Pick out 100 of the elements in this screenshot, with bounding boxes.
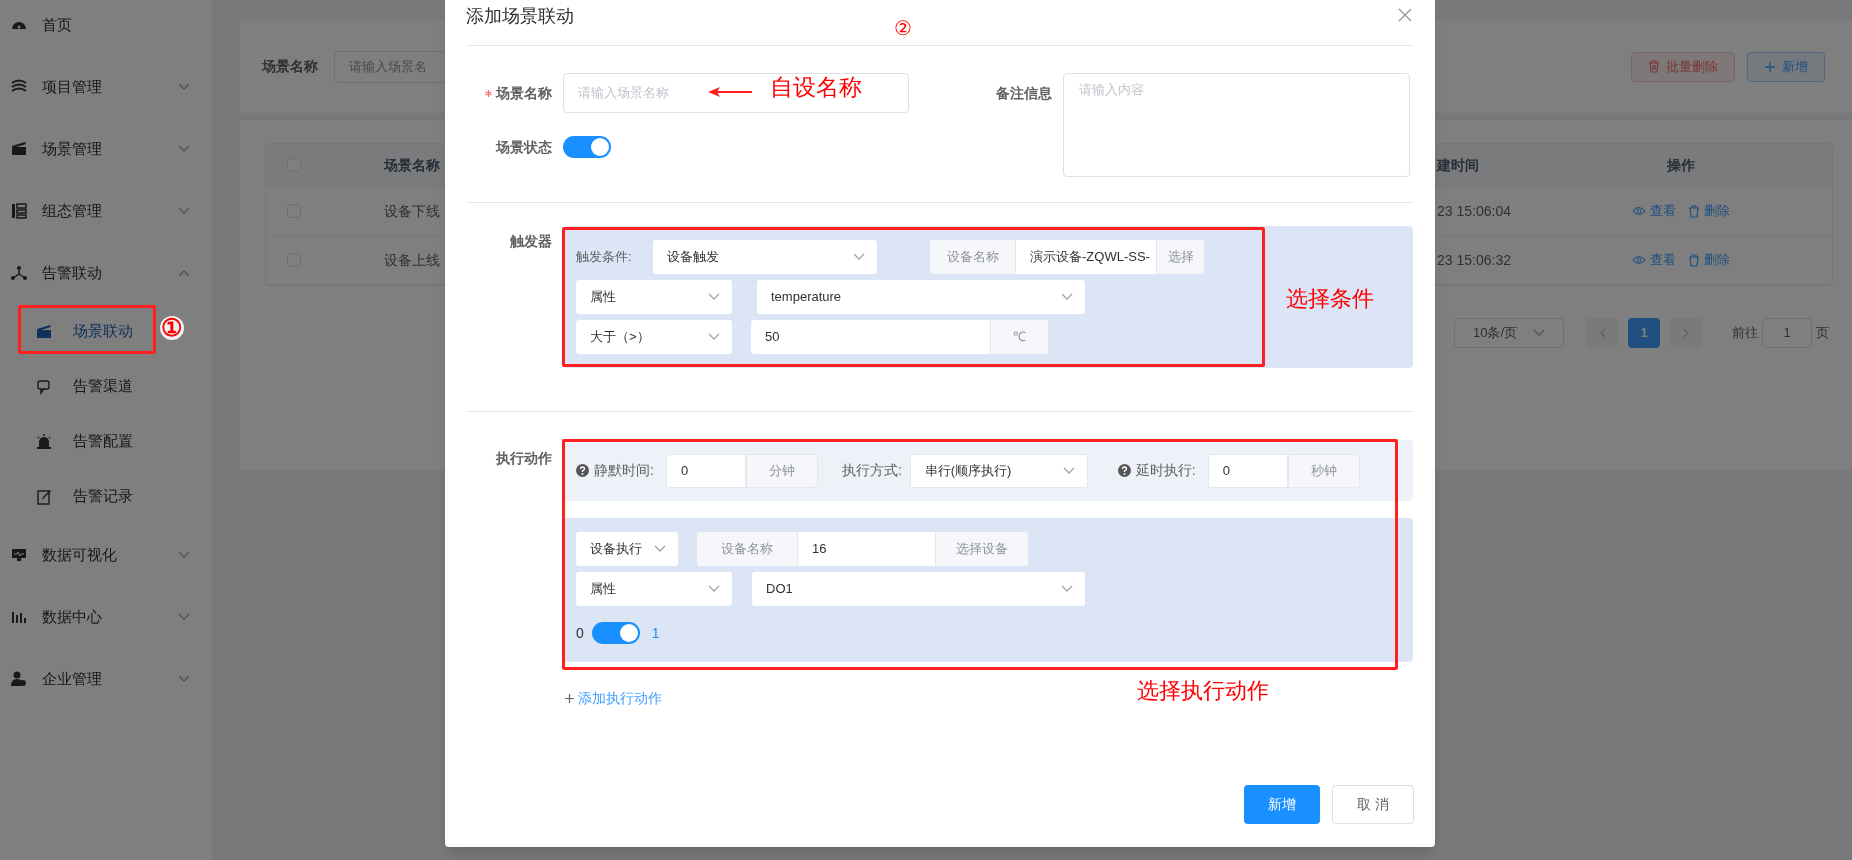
chevron-down-icon [178, 83, 190, 91]
previous-page-button[interactable] [1586, 318, 1618, 348]
dropdown[interactable]: DO1 [752, 572, 1085, 606]
chevron-down-icon [178, 551, 190, 559]
table-cell-text: 设备上线 [384, 250, 440, 270]
menu-item[interactable]: 企业管理 [0, 648, 212, 710]
chevron-down-icon [1533, 329, 1545, 337]
page-size-select[interactable]: 10条/页 [1454, 318, 1564, 348]
dropdown[interactable]: 大于（>） [576, 320, 732, 354]
close-icon [1398, 8, 1412, 22]
table-cell-text: 设备下线 [384, 201, 440, 221]
input-field[interactable]: 0 [665, 453, 746, 488]
table-cell-text: 23 15:06:04 [1437, 201, 1512, 221]
menu-item[interactable]: 数据中心 [0, 586, 212, 648]
dropdown[interactable]: 串行(顺序执行) [909, 453, 1088, 488]
input-field[interactable]: 16 [798, 532, 935, 566]
dropdown[interactable]: 属性 [576, 572, 732, 606]
dropdown[interactable]: temperature [757, 280, 1085, 314]
chevron-down-icon [178, 613, 190, 621]
network-icon [10, 264, 28, 282]
field-label: 执行方式: [841, 461, 902, 480]
trash-icon [1688, 204, 1700, 218]
menu-item[interactable]: 组态管理 [0, 180, 212, 242]
menu-item[interactable]: 场景管理 [0, 118, 212, 180]
add-action-link[interactable]: 添加执行动作 [565, 688, 662, 709]
field-label: 备注信息 [996, 83, 1052, 103]
submenu-item[interactable]: 告警渠道 [0, 359, 139, 414]
user-icon [10, 670, 28, 688]
chevron-down-icon [654, 545, 666, 553]
menu-item[interactable]: 告警联动 [0, 242, 212, 304]
field-label: 执行动作 [496, 449, 552, 468]
menu-item[interactable]: 首页 [0, 0, 212, 56]
cancel-button[interactable]: 取 消 [1332, 785, 1414, 824]
eye-icon [1632, 206, 1646, 216]
chevron-down-icon [178, 145, 190, 153]
arrow-icon [708, 87, 752, 97]
chevron-down-icon [853, 253, 865, 261]
dropdown[interactable]: 设备触发 [653, 240, 877, 274]
chevron-down-icon [178, 675, 190, 683]
toggle-switch[interactable] [563, 136, 611, 158]
field-label: 场景名称 [496, 83, 552, 103]
dropdown[interactable]: 设备执行 [576, 532, 678, 566]
input-suffix-button[interactable]: 选择 [1156, 240, 1204, 274]
submenu-item[interactable]: 告警记录 [0, 469, 139, 524]
chevron-down-icon [708, 293, 720, 301]
next-page-button[interactable] [1670, 318, 1702, 348]
input-suffix-button[interactable]: 秒钟 [1287, 453, 1360, 488]
menu-item[interactable]: 数据可视化 [0, 524, 212, 586]
trash-icon [1688, 253, 1700, 267]
chevron-down-icon [1062, 466, 1075, 475]
trash-icon [1648, 60, 1660, 73]
switch-off-label: 0 [576, 623, 584, 643]
annotation-text: 选择执行动作 [1137, 680, 1269, 702]
annotation-text: ② [894, 18, 912, 38]
chevron-left-icon [1598, 328, 1606, 338]
chevron-down-icon [1061, 585, 1073, 593]
column-header: 建时间 [1437, 155, 1480, 175]
plus-icon [565, 694, 574, 703]
chevron-down-icon [708, 585, 720, 593]
field-label: 触发器 [510, 232, 552, 251]
input-suffix-button[interactable]: ℃ [990, 320, 1048, 354]
input-field[interactable]: 演示设备-ZQWL-SS- [1016, 240, 1156, 274]
column-header: 操作 [1666, 155, 1696, 175]
chat-icon [35, 377, 53, 396]
toggle-switch[interactable] [591, 622, 640, 644]
help-icon [1117, 464, 1131, 477]
menu-item[interactable]: 项目管理 [0, 56, 212, 118]
input-field[interactable]: 50 [751, 320, 990, 354]
table-cell-text: 23 15:06:32 [1437, 250, 1512, 270]
submenu-item[interactable]: 场景联动 [0, 304, 139, 359]
input-suffix-button[interactable]: 选择设备 [935, 532, 1028, 566]
chevron-right-icon [1682, 328, 1690, 338]
column-header: 场景名称 [384, 155, 440, 175]
plus-icon [1764, 60, 1776, 73]
dropdown[interactable]: 属性 [576, 280, 732, 314]
submenu-item[interactable]: 告警配置 [0, 414, 139, 469]
field-label: 静默时间: [594, 461, 654, 480]
search-label: 场景名称 [262, 57, 318, 76]
submit-button[interactable]: 新增 [1244, 785, 1320, 824]
field-label: 延时执行: [1135, 461, 1196, 480]
structure-icon [10, 202, 28, 220]
page-suffix: 页 [1816, 324, 1829, 343]
input-prefix: 设备名称 [697, 532, 798, 566]
dialog-title: 添加场景联动 [466, 5, 574, 28]
input-field[interactable]: 0 [1207, 453, 1288, 488]
switch-on-label: 1 [651, 623, 660, 643]
condition-label: 触发条件: [576, 248, 633, 267]
help-icon [576, 464, 589, 477]
edit-icon [35, 487, 53, 506]
chevron-down-icon [708, 333, 720, 341]
alarm-light-icon [35, 432, 53, 451]
eye-icon [1632, 255, 1646, 265]
annotation-text: 自设名称 [770, 76, 862, 99]
goto-label: 前往 [1732, 324, 1758, 343]
chevron-down-icon [1061, 293, 1073, 301]
clapperboard-icon [35, 322, 53, 341]
input-suffix-button[interactable]: 分钟 [745, 453, 818, 488]
input-prefix: 设备名称 [930, 240, 1016, 274]
page-input[interactable]: 1 [1762, 318, 1812, 348]
monitor-icon [10, 546, 28, 564]
